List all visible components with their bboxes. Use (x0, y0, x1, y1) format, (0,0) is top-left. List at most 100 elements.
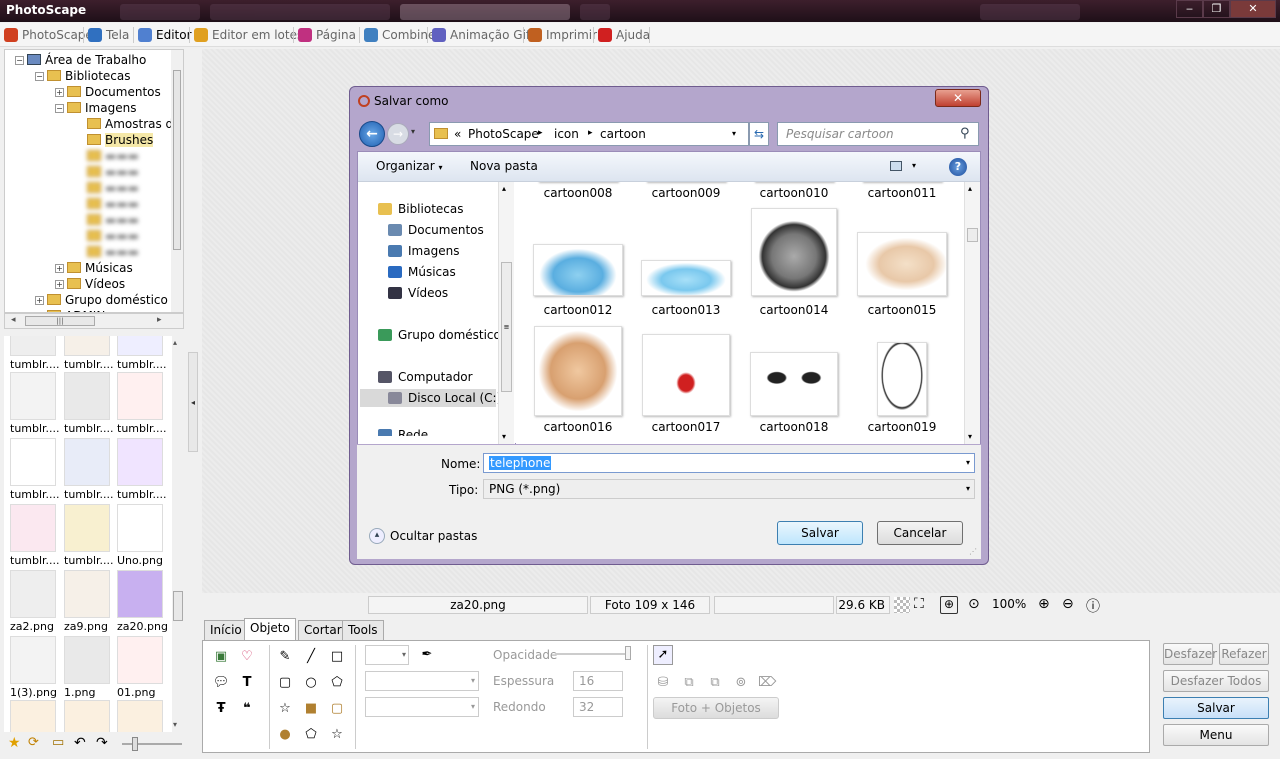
folder-tree[interactable]: − Área de Trabalho − Bibliotecas + Documentos… (4, 49, 184, 313)
thumbnail[interactable] (10, 372, 56, 420)
thumbnail[interactable] (10, 636, 56, 684)
tab-editor-em-lotes[interactable]: Editor em lotes (192, 25, 303, 45)
redo-button[interactable]: Refazer (1219, 643, 1269, 665)
file-thumbnail[interactable] (750, 352, 838, 416)
view-dropdown-icon[interactable]: ▾ (912, 161, 916, 170)
tree-item-blurred[interactable]: ▬▬▬ (87, 244, 139, 260)
file-name[interactable]: cartoon013 (632, 303, 740, 317)
file-scrollbar[interactable]: ▴ ▾ (964, 182, 980, 444)
slider-handle[interactable] (132, 737, 138, 751)
file-name[interactable]: cartoon016 (524, 420, 632, 434)
nav-item-computador[interactable]: Computador (378, 368, 473, 386)
tab-photoscape[interactable]: PhotoScape (2, 25, 93, 45)
editor-tab-incio[interactable]: Início (204, 620, 248, 640)
thumbnail[interactable] (64, 504, 110, 552)
star-outline-icon[interactable]: ☆ (275, 699, 295, 719)
save-button[interactable]: Salvar (1163, 697, 1269, 719)
nav-item-disco-local-c-[interactable]: Disco Local (C:) (360, 389, 501, 407)
thumbnail[interactable] (64, 372, 110, 420)
thumbnail[interactable] (10, 570, 56, 618)
thumbnail[interactable] (10, 336, 56, 356)
thumbnail[interactable] (117, 570, 163, 618)
breadcrumb-cartoon[interactable]: cartoon (600, 127, 646, 141)
search-box[interactable]: Pesquisar cartoon ⚲ (777, 122, 979, 146)
filled-rect-icon[interactable]: ■ (301, 699, 321, 719)
file-name[interactable]: cartoon010 (740, 186, 848, 200)
refresh-icon[interactable]: ⇆ (749, 122, 769, 146)
file-thumbnail[interactable] (857, 232, 947, 296)
thumbnail[interactable] (10, 438, 56, 486)
thumbnail[interactable] (117, 700, 163, 732)
rotate-left-icon[interactable]: ↶ (74, 735, 86, 751)
file-thumbnail[interactable] (877, 342, 927, 416)
freehand-icon[interactable]: ✎ (275, 647, 295, 667)
nav-item-imagens[interactable]: Imagens (388, 242, 459, 260)
minimize-button[interactable]: ‒ (1176, 0, 1203, 18)
filled-circle-icon[interactable]: ● (275, 725, 295, 745)
dialog-save-button[interactable]: Salvar (777, 521, 863, 545)
filled-rounded-rect-icon[interactable]: ▢ (327, 699, 347, 719)
file-name[interactable]: cartoon018 (740, 420, 848, 434)
tree-expander[interactable]: + (55, 280, 64, 289)
duplicate-icon[interactable]: ⧉ (679, 673, 699, 693)
view-options-icon[interactable] (890, 161, 902, 171)
recent-locations-chevron-icon[interactable]: ▾ (411, 127, 415, 136)
nav-item-grupo-dom-stico[interactable]: Grupo doméstico (378, 326, 501, 344)
photo-objects-button[interactable]: Foto + Objetos (653, 697, 779, 719)
breadcrumb-photoscape[interactable]: PhotoScape (468, 127, 539, 141)
info-icon[interactable]: ⓘ (1086, 596, 1100, 616)
thumbnail[interactable] (117, 438, 163, 486)
speech-bubble-icon[interactable]: 💬︎ (211, 673, 231, 693)
hide-folders-link[interactable]: Ocultar pastas (390, 529, 477, 543)
tree-item[interactable]: Documentos (67, 84, 161, 100)
editor-tab-tools[interactable]: Tools (342, 620, 384, 640)
close-button[interactable]: ✕ (1230, 0, 1276, 18)
pentagon-icon[interactable]: ⬠ (327, 673, 347, 693)
nav-item-v-deos[interactable]: Vídeos (388, 284, 448, 302)
file-name[interactable]: cartoon014 (740, 303, 848, 317)
line-icon[interactable]: ╱ (301, 647, 321, 667)
tab-tela[interactable]: Tela (86, 25, 129, 45)
thumbnail[interactable] (10, 700, 56, 732)
thumbnail[interactable] (64, 636, 110, 684)
copy-object-icon[interactable]: ⧉ (705, 673, 725, 693)
object-layer-icon[interactable]: ⛁ (653, 673, 673, 693)
breadcrumb-icon[interactable]: icon (554, 127, 579, 141)
tree-item-blurred[interactable]: ▬▬▬ (87, 180, 139, 196)
actual-size-icon[interactable]: ⊕ (940, 596, 958, 614)
nav-scrollbar[interactable]: ▴ ≡ ▾ (498, 182, 514, 444)
tree-item[interactable]: Bibliotecas (47, 68, 130, 84)
file-name[interactable]: cartoon011 (848, 186, 956, 200)
back-button[interactable]: ← (359, 121, 385, 147)
tree-expander[interactable]: + (55, 88, 64, 97)
address-breadcrumb[interactable]: « PhotoScape ▸ icon ▸ cartoon ▾ (429, 122, 749, 146)
nav-item-bibliotecas[interactable]: Bibliotecas (378, 200, 463, 218)
insert-icon-heart[interactable]: ♡ (237, 647, 257, 667)
thumbnail[interactable] (10, 504, 56, 552)
file-thumbnail[interactable] (533, 244, 623, 296)
nav-item-documentos[interactable]: Documentos (388, 221, 484, 239)
tab-combine[interactable]: Combine (362, 25, 435, 45)
navigation-pane[interactable]: Bibliotecas Documentos Imagens Músicas Vídeo… (358, 182, 515, 444)
quote-icon[interactable]: ❝ (237, 699, 257, 719)
maximize-button[interactable]: ❐ (1203, 0, 1230, 18)
thumbnail[interactable] (64, 570, 110, 618)
file-thumbnail[interactable] (642, 334, 730, 416)
editor-tab-cortar[interactable]: Cortar (298, 620, 348, 640)
dialog-cancel-button[interactable]: Cancelar (877, 521, 963, 545)
thumbnail[interactable] (64, 336, 110, 356)
tab-p-gina[interactable]: Página (296, 25, 356, 45)
dialog-close-button[interactable]: ✕ (935, 89, 981, 107)
tree-expander[interactable]: − (15, 56, 24, 65)
file-thumbnail[interactable] (641, 260, 731, 296)
thumbnail-browser[interactable]: tumblr.... tumblr.... tumblr.... tumblr....… (4, 336, 184, 732)
forward-button[interactable]: → (387, 123, 409, 145)
file-name[interactable]: cartoon017 (632, 420, 740, 434)
help-icon[interactable]: ? (949, 158, 967, 176)
rounded-rect-icon[interactable]: ▢ (275, 673, 295, 693)
line-style-dropdown[interactable]: ▾ (365, 671, 479, 691)
thumbnail-scrollbar[interactable]: ▴ ▾ (172, 336, 184, 732)
zoom-in-icon[interactable]: ⊕ (1038, 596, 1050, 612)
tree-expander[interactable]: + (35, 296, 44, 305)
fill-style-dropdown[interactable]: ▾ (365, 697, 479, 717)
